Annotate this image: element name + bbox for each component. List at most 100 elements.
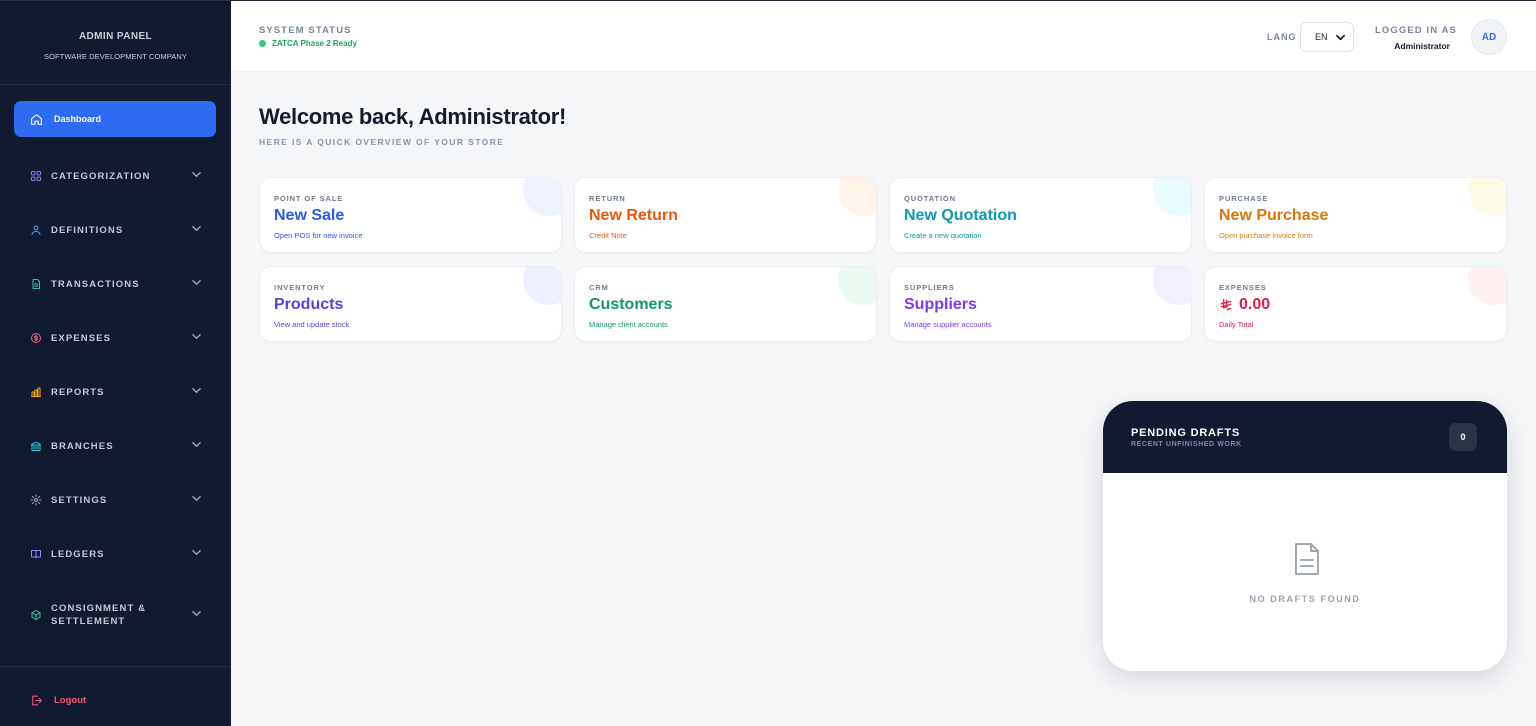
card-decoration [1468,267,1506,305]
topbar: SYSTEM STATUS ZATCA Phase 2 Ready LANG E… [231,0,1536,72]
card-quotation[interactable]: QUOTATION New Quotation Create a new quota… [889,177,1192,253]
page-subtitle: HERE IS A QUICK OVERVIEW OF YOUR STORE [259,137,505,147]
card-subtitle: Credit Note [589,231,627,240]
card-label: QUOTATION [904,194,956,203]
card-inventory[interactable]: INVENTORY Products View and update stock [259,266,562,342]
book-icon [31,550,41,559]
card-subtitle: Manage supplier accounts [904,320,992,329]
card-title: 0.00 [1219,296,1270,314]
system-status-value: ZATCA Phase 2 Ready [272,39,357,48]
sidebar-item-transactions[interactable]: TRANSACTIONS [0,269,231,299]
sidebar-item-dashboard[interactable]: Dashboard [14,101,216,137]
card-label: INVENTORY [274,283,326,292]
sidebar-item-label: CATEGORIZATION [51,170,151,182]
grid-icon [31,171,41,181]
chevron-down-icon [192,171,201,178]
status-dot-icon [259,40,266,47]
card-label: RETURN [589,194,626,203]
card-suppliers[interactable]: SUPPLIERS Suppliers Manage supplier accoun… [889,266,1192,342]
card-subtitle: Manage client accounts [589,320,668,329]
document-icon [32,279,40,289]
drafts-header: PENDING DRAFTS RECENT UNFINISHED WORK 0 [1103,401,1507,473]
logout-icon [32,695,42,706]
card-crm[interactable]: CRM Customers Manage client accounts [574,266,877,342]
card-subtitle: Create a new quotation [904,231,982,240]
sidebar-item-label: SETTINGS [51,494,108,506]
dashboard-label: Dashboard [54,114,102,124]
card-subtitle: Open POS for new invoice [274,231,363,240]
logged-in-label: LOGGED IN AS [1375,25,1457,36]
chevron-down-icon [192,333,201,340]
sidebar: ADMIN PANEL SOFTWARE DEVELOPMENT COMPANY… [0,0,231,726]
drafts-title: PENDING DRAFTS [1131,427,1240,439]
card-title-text: Suppliers [904,296,977,313]
card-title: Suppliers [904,296,977,314]
system-status: ZATCA Phase 2 Ready [259,39,357,48]
card-title-text: New Return [589,207,678,224]
sidebar-item-reports[interactable]: REPORTS [0,377,231,407]
card-title: New Quotation [904,207,1017,225]
sidebar-item-label: LEDGERS [51,548,105,560]
card-subtitle: View and update stock [274,320,350,329]
card-decoration [1153,267,1191,305]
bar-chart-icon [31,387,41,397]
user-icon [31,225,41,235]
logged-in-user: Administrator [1394,41,1450,51]
sidebar-item-label: EXPENSES [51,332,112,344]
dollar-icon [31,333,41,343]
card-title-text: New Purchase [1219,207,1329,224]
avatar[interactable]: AD [1471,19,1507,55]
card-label: EXPENSES [1219,283,1267,292]
chevron-down-icon [192,549,201,556]
sidebar-item-settings[interactable]: SETTINGS [0,485,231,515]
brand-subtitle: SOFTWARE DEVELOPMENT COMPANY [43,52,188,61]
home-icon [31,113,42,125]
card-decoration [838,267,876,305]
sidebar-item-label: DEFINITIONS [51,224,124,236]
sidebar-item-branches[interactable]: BRANCHES [0,431,231,461]
card-return[interactable]: RETURN New Return Credit Note [574,177,877,253]
empty-document-icon [1295,543,1319,575]
drafts-empty-message: NO DRAFTS FOUND [1249,594,1361,604]
card-label: POINT OF SALE [274,194,344,203]
sidebar-item-expenses[interactable]: EXPENSES [0,323,231,353]
card-title: New Purchase [1219,207,1328,225]
system-status-label: SYSTEM STATUS [259,25,352,36]
card-decoration [523,178,561,216]
card-title-text: New Sale [274,207,345,224]
card-decoration [838,178,876,216]
logout-label: Logout [54,695,87,706]
drafts-count-badge: 0 [1449,423,1477,451]
package-icon [31,610,41,620]
sidebar-item-label: CONSIGNMENT & SETTLEMENT [51,603,147,627]
card-title: New Return [589,207,678,225]
brand-title: ADMIN PANEL [78,31,153,42]
card-title-text: New Quotation [904,207,1017,224]
language-value: EN [1315,32,1328,42]
chevron-down-icon [1336,34,1345,41]
page-title: Welcome back, Administrator! [259,104,567,129]
language-select[interactable]: EN [1300,22,1354,52]
chevron-down-icon [192,495,201,502]
card-label: CRM [589,283,609,292]
chevron-down-icon [192,387,201,394]
sidebar-item-ledgers[interactable]: LEDGERS [0,539,231,569]
sidebar-item-categorization[interactable]: CATEGORIZATION [0,161,231,191]
lang-label: LANG [1267,32,1297,42]
chevron-down-icon [192,279,201,286]
sidebar-item-consignment-settlement[interactable]: CONSIGNMENT & SETTLEMENT [0,600,231,630]
bank-icon [31,441,41,451]
sidebar-item-label: BRANCHES [51,440,114,452]
riyal-icon [1220,299,1232,311]
chevron-down-icon [192,225,201,232]
gear-icon [30,494,42,506]
sidebar-item-definitions[interactable]: DEFINITIONS [0,215,231,245]
logout-button[interactable]: Logout [30,694,86,707]
card-expenses[interactable]: EXPENSES 0.00 Daily Total [1204,266,1507,342]
drafts-subtitle: RECENT UNFINISHED WORK [1131,441,1242,448]
card-title: New Sale [274,207,344,225]
card-purchase[interactable]: PURCHASE New Purchase Open purchase invoic… [1204,177,1507,253]
card-title: Customers [589,296,673,314]
card-point-of-sale[interactable]: POINT OF SALE New Sale Open POS for new in… [259,177,562,253]
card-subtitle: Open purchase invoice form [1219,231,1313,240]
